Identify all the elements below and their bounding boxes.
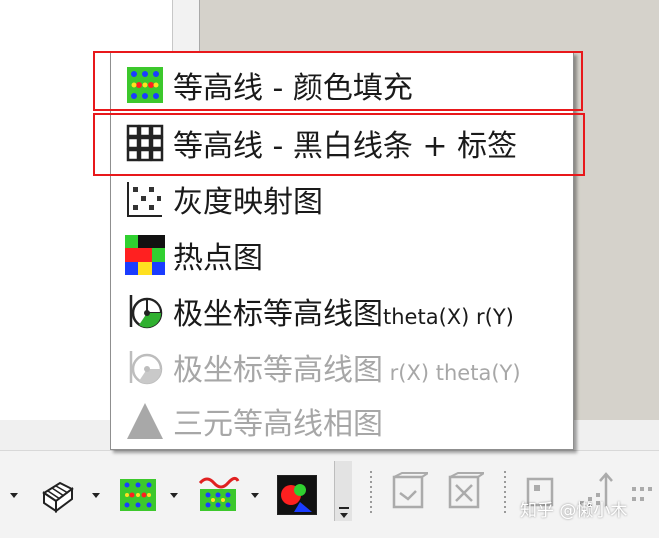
chevron-down-icon[interactable] [92,493,100,498]
contour-lines-icon[interactable] [196,473,240,517]
watermark: 知乎 @懒小木 [520,501,628,521]
menu-item-polar-contour-theta-r[interactable]: 极坐标等高线图theta(X) r(Y) [111,283,573,339]
menu-item-grayscale-map[interactable]: 灰度映射图 [111,171,573,227]
chevron-down-icon[interactable] [251,493,259,498]
chevron-down-icon[interactable] [10,493,18,498]
highlight-box [93,51,583,111]
toolbar-separator [370,471,372,515]
polar-contour-icon [125,291,165,331]
contour-color-icon[interactable] [118,475,158,515]
menu-item-heatmap[interactable]: 热点图 [111,227,573,283]
menu-item-ternary-contour[interactable]: 三元等高线相图 [111,393,573,449]
cube-plot-2-icon[interactable] [444,471,488,515]
grid-plot-icon[interactable] [628,479,659,509]
plot-toolbar [0,450,659,538]
expand-icon[interactable] [334,461,352,521]
3d-surface-icon[interactable] [38,475,78,515]
triangle-icon [125,401,165,441]
menu-item-label: 三元等高线相图 [173,407,383,442]
contour-plot-menu: 等高线 - 颜色填充 等高线 - 黑白线条 + 标签 灰度映射图 热点图 极坐标… [110,52,574,450]
chevron-down-icon[interactable] [170,493,178,498]
menu-item-label: 灰度映射图 [173,185,323,220]
menu-item-label: 极坐标等高线图 r(X) theta(Y) [173,353,521,388]
toolbar-separator [504,471,506,515]
cube-plot-icon[interactable] [388,471,432,515]
highlight-box [93,113,585,176]
menu-item-polar-contour-r-theta[interactable]: 极坐标等高线图 r(X) theta(Y) [111,339,573,395]
heatmap-icon[interactable] [277,475,317,515]
polar-contour-disabled-icon [125,347,165,387]
grayscale-map-icon [125,179,165,219]
menu-item-label: 极坐标等高线图theta(X) r(Y) [173,297,514,332]
heatmap-icon [125,235,165,275]
menu-item-label: 热点图 [173,241,263,276]
